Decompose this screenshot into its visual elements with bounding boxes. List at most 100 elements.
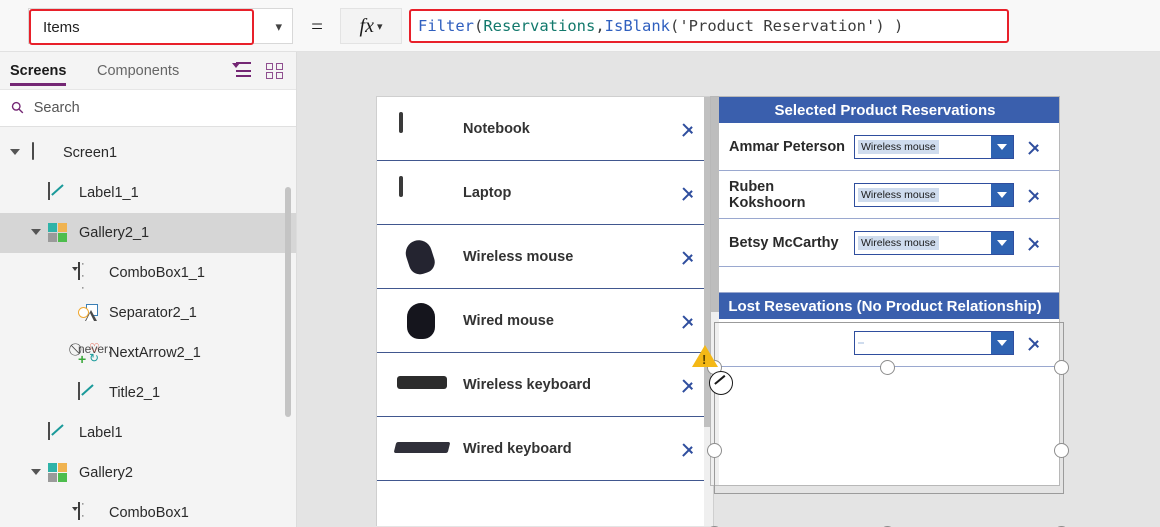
product-name: Wired keyboard	[463, 440, 572, 457]
product-name: Notebook	[463, 120, 530, 137]
person-name: Ammar Peterson	[729, 138, 846, 155]
fx-button[interactable]: fx ▾	[340, 8, 402, 44]
chevron-down-icon[interactable]: ▾	[275, 9, 282, 45]
chevron-down-icon[interactable]	[991, 183, 1013, 206]
product-name: Wireless mouse	[463, 248, 574, 265]
tree-item-label1[interactable]: Label1	[0, 413, 296, 453]
product-row[interactable]: Wired keyboard	[377, 417, 713, 481]
expander-triangle-icon[interactable]	[31, 469, 41, 475]
app-canvas: Notebook Laptop Wireless mouse Wired mou…	[297, 52, 1160, 527]
combobox-value	[858, 341, 864, 344]
scrollbar-thumb[interactable]	[711, 97, 719, 312]
separator-icon	[78, 303, 100, 323]
tree-item-label: ComboBox1	[109, 505, 189, 521]
notebook-thumb	[391, 106, 453, 152]
person-name: Betsy McCarthy	[729, 234, 839, 251]
gallery-icon	[48, 223, 70, 243]
chevron-right-icon[interactable]	[682, 246, 695, 268]
wireless-mouse-thumb	[391, 234, 453, 280]
reservation-row[interactable]: Ruben Kokshoorn Wireless mouse	[711, 171, 1059, 219]
chevron-right-icon[interactable]	[682, 118, 695, 140]
tree-item-combobox1[interactable]: ComboBox1	[0, 493, 296, 527]
product-gallery[interactable]: Notebook Laptop Wireless mouse Wired mou…	[376, 96, 714, 526]
expander-triangle-icon[interactable]	[31, 229, 41, 235]
formula-token-punct-1: (	[474, 17, 484, 35]
formula-token-punct-2: ,	[595, 17, 605, 35]
product-combobox[interactable]	[854, 330, 1014, 355]
property-selector-value: Items	[43, 18, 80, 36]
screen-icon	[32, 142, 54, 163]
chevron-down-icon[interactable]	[991, 135, 1013, 158]
tree-item-combobox1_1[interactable]: ComboBox1_1	[0, 253, 296, 293]
reservations-gallery[interactable]: Selected Product Reservations Ammar Pete…	[710, 96, 1060, 486]
product-row[interactable]: Notebook	[377, 97, 713, 161]
tree-item-separator2_1[interactable]: Separator2_1	[0, 293, 296, 333]
chevron-down-icon[interactable]	[991, 331, 1013, 354]
chevron-right-icon[interactable]	[1028, 136, 1041, 158]
formula-token-filter: Filter	[418, 17, 474, 35]
reservations-gallery-scrollbar[interactable]	[711, 97, 719, 485]
reservation-row[interactable]: Betsy McCarthy Wireless mouse	[711, 219, 1059, 267]
formula-token-identifier: 'Product Reservation'	[679, 17, 876, 35]
property-selector-field[interactable]: Items	[29, 9, 254, 45]
resize-handle-top-right[interactable]	[1054, 360, 1069, 375]
property-selector[interactable]: Items ▾	[28, 8, 293, 45]
component-tree: Screen1 Label1_1 Gallery2_1 ComboBox1_1	[0, 127, 296, 527]
tree-view-panel: Screens Components ⚲ Search Screen1 Labe…	[0, 52, 297, 527]
tree-view-icon[interactable]	[232, 62, 252, 80]
tree-item-label: Screen1	[63, 145, 118, 161]
equals-sign: =	[311, 13, 323, 38]
tree-item-gallery2[interactable]: Gallery2	[0, 453, 296, 493]
product-name: Laptop	[463, 184, 512, 201]
nextarrow-icon: never; ⃠♡ +↻	[78, 341, 112, 367]
chevron-right-icon[interactable]	[1028, 232, 1041, 254]
wired-mouse-thumb	[391, 298, 453, 344]
tree-item-label1_1[interactable]: Label1_1	[0, 173, 296, 213]
fx-icon: fx	[359, 14, 374, 37]
chevron-right-icon[interactable]	[1028, 184, 1041, 206]
product-row[interactable]: Laptop	[377, 161, 713, 225]
resize-handle-middle-left[interactable]	[707, 443, 722, 458]
chevron-right-icon[interactable]	[682, 374, 695, 396]
label-icon	[48, 182, 70, 203]
chevron-right-icon[interactable]	[1028, 332, 1041, 354]
warning-exclamation-glyph: !	[702, 352, 707, 367]
lost-gallery-empty-area	[711, 367, 1059, 485]
chevron-right-icon[interactable]	[682, 310, 695, 332]
tab-screens[interactable]: Screens	[10, 52, 67, 90]
formula-input[interactable]: Filter ( Reservations , IsBlank ( 'Produ…	[409, 9, 1009, 43]
product-row[interactable]: Wireless keyboard	[377, 353, 713, 417]
search-box[interactable]: ⚲ Search	[0, 90, 296, 127]
tree-item-nextarrow2_1[interactable]: never; ⃠♡ +↻ NextArrow2_1	[0, 333, 296, 373]
tree-scrollbar[interactable]	[285, 187, 291, 417]
gallery-icon	[48, 463, 70, 483]
chevron-down-icon[interactable]: ▾	[377, 20, 383, 33]
resize-handle-top-center[interactable]	[880, 360, 895, 375]
combobox-icon	[78, 262, 100, 283]
reservation-row[interactable]: Ammar Peterson Wireless mouse	[711, 123, 1059, 171]
search-input[interactable]: Search	[34, 100, 80, 116]
formula-token-reservations: Reservations	[483, 17, 596, 35]
tree-item-title2_1[interactable]: Title2_1	[0, 373, 296, 413]
resize-handle-middle-right[interactable]	[1054, 443, 1069, 458]
panel-tabs: Screens Components	[0, 52, 296, 90]
product-name: Wireless keyboard	[463, 376, 592, 393]
tree-item-screen1[interactable]: Screen1	[0, 133, 296, 173]
laptop-thumb	[391, 170, 453, 216]
pencil-edit-icon[interactable]	[709, 371, 733, 395]
thumbnail-view-icon[interactable]	[266, 62, 286, 80]
person-name: Ruben Kokshoorn	[729, 178, 806, 211]
tab-components[interactable]: Components	[97, 52, 179, 90]
formula-bar: Items ▾ = fx ▾ Filter ( Reservations , I…	[0, 0, 1160, 52]
product-combobox[interactable]: Wireless mouse	[854, 134, 1014, 159]
product-combobox[interactable]: Wireless mouse	[854, 230, 1014, 255]
product-combobox[interactable]: Wireless mouse	[854, 182, 1014, 207]
product-row[interactable]: Wireless mouse	[377, 225, 713, 289]
tree-item-gallery2_1[interactable]: Gallery2_1	[0, 213, 296, 253]
expander-triangle-icon[interactable]	[10, 149, 20, 155]
chevron-down-icon[interactable]	[991, 231, 1013, 254]
product-row[interactable]: Wired mouse	[377, 289, 713, 353]
wireless-keyboard-thumb	[391, 362, 453, 408]
chevron-right-icon[interactable]	[682, 438, 695, 460]
chevron-right-icon[interactable]	[682, 182, 695, 204]
